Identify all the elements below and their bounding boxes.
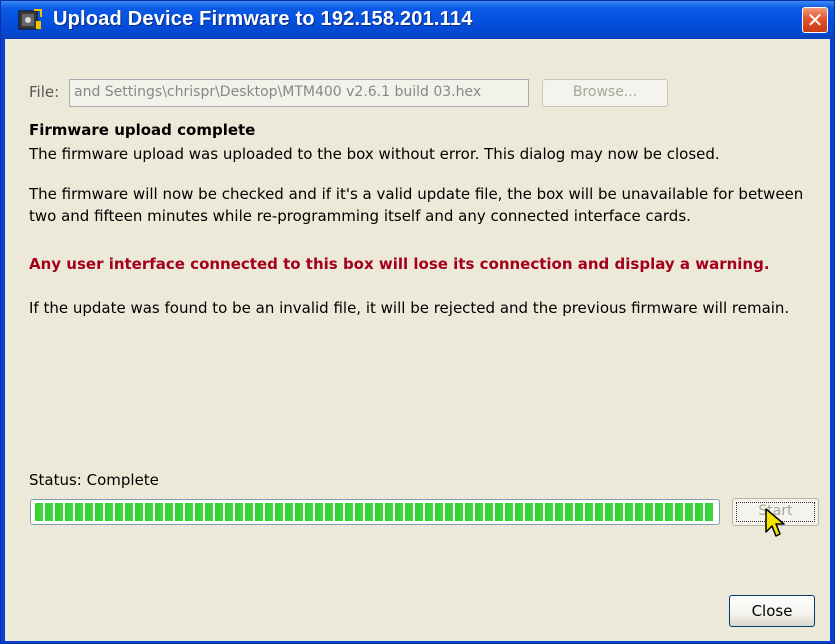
- validation-info-text: The firmware will now be checked and if …: [29, 185, 804, 225]
- mouse-cursor-icon: [765, 508, 789, 540]
- file-label: File:: [29, 83, 60, 101]
- upload-progress-bar: [30, 499, 720, 525]
- title-bar[interactable]: Upload Device Firmware to 192.158.201.11…: [1, 1, 834, 39]
- status-label: Status: Complete: [29, 471, 159, 489]
- firmware-upload-dialog: Upload Device Firmware to 192.158.201.11…: [0, 0, 835, 644]
- browse-button[interactable]: Browse...: [542, 79, 668, 107]
- progress-fill: [35, 503, 715, 521]
- close-icon[interactable]: ✕: [802, 7, 828, 33]
- firmware-app-icon: [18, 9, 42, 31]
- upload-success-text: The firmware upload was uploaded to the …: [29, 145, 720, 163]
- connection-warning: Any user interface connected to this box…: [29, 255, 770, 273]
- window-title: Upload Device Firmware to 192.158.201.11…: [53, 8, 473, 30]
- dialog-body: File: and Settings\chrispr\Desktop\MTM40…: [5, 39, 830, 641]
- invalid-file-text: If the update was found to be an invalid…: [29, 299, 790, 317]
- close-button[interactable]: Close: [729, 595, 815, 627]
- status-heading: Firmware upload complete: [29, 121, 256, 139]
- file-path-field[interactable]: and Settings\chrispr\Desktop\MTM400 v2.6…: [69, 79, 529, 107]
